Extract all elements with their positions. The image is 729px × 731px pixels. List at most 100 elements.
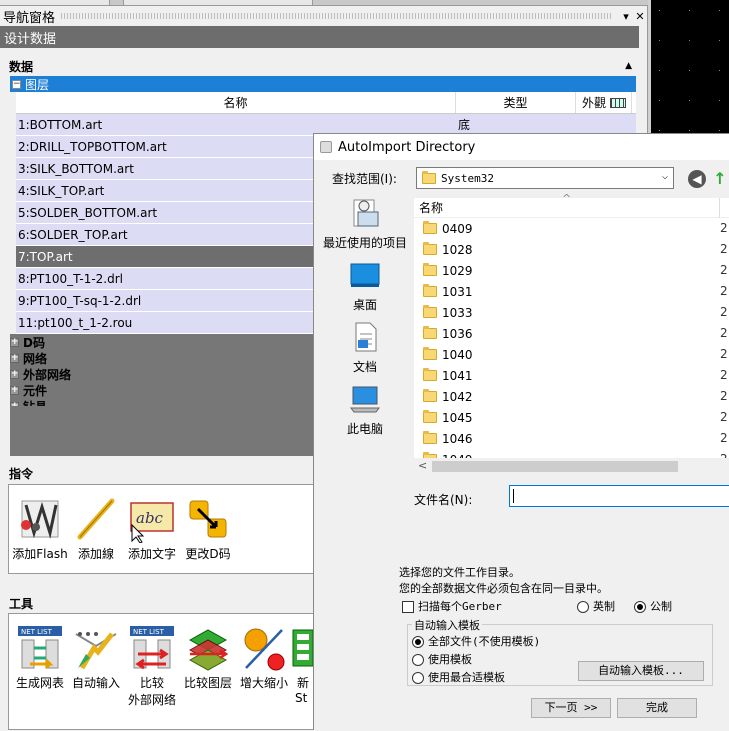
horizontal-scrollbar[interactable]: < xyxy=(414,458,729,474)
folder-row[interactable]: 1045 2 xyxy=(414,407,729,428)
template-option-best[interactable]: 使用最合适模板 xyxy=(412,669,505,685)
add-flash-icon xyxy=(16,495,64,543)
group-label: D码 xyxy=(23,335,45,350)
compare-external-net-button[interactable]: NET LIST 比较 外部网络 xyxy=(123,624,181,708)
folder-row[interactable]: 1031 2 xyxy=(414,281,729,302)
folder-row[interactable]: 1033 2 xyxy=(414,302,729,323)
place-desktop[interactable]: 桌面 xyxy=(320,260,410,322)
folder-icon xyxy=(422,170,436,184)
date-modified-stub: 2 xyxy=(720,284,728,298)
place-documents-label: 文档 xyxy=(352,360,377,374)
expand-icon[interactable]: + xyxy=(10,369,19,379)
layers-node[interactable]: − 图层 xyxy=(10,76,636,92)
up-folder-icon[interactable]: ↑ xyxy=(711,170,729,188)
place-this-pc[interactable]: 此电脑 xyxy=(320,384,410,446)
imperial-radio[interactable]: 英制 xyxy=(577,598,615,614)
list-header-name[interactable]: 名称 ^ xyxy=(414,192,729,218)
layer-type: 底 xyxy=(458,118,471,132)
metric-radio[interactable]: 公制 xyxy=(634,598,672,614)
folder-row[interactable]: 1042 2 xyxy=(414,386,729,407)
radio-circle[interactable] xyxy=(577,601,589,613)
finish-button[interactable]: 完成 xyxy=(617,698,697,718)
app-icon xyxy=(320,141,332,153)
folder-icon xyxy=(423,347,437,360)
grow-shrink-icon xyxy=(240,624,288,672)
recent-items-icon xyxy=(350,198,380,228)
file-name-input[interactable] xyxy=(509,485,729,507)
netlist-icon: NET LIST xyxy=(16,624,64,672)
collapse-arrow-icon[interactable]: ▲ xyxy=(625,61,632,71)
add-flash-button[interactable]: 添加Flash xyxy=(11,495,69,562)
change-dcode-button[interactable]: 更改D码 xyxy=(179,495,237,562)
data-section-header[interactable]: 数据 ▲ xyxy=(6,56,636,76)
date-modified-stub: 2 xyxy=(720,326,728,340)
dialog-titlebar[interactable]: AutoImport Directory xyxy=(314,134,729,160)
tab-2[interactable] xyxy=(123,0,313,5)
col-visible[interactable]: 外觀 xyxy=(576,92,632,113)
commands-box: 添加Flash 添加線 abc 添加文字 更改D码 xyxy=(8,484,318,574)
auto-input-label: 自动输入 xyxy=(71,676,120,690)
look-in-combo[interactable]: System32 ⌵ xyxy=(416,167,674,189)
pin-icon[interactable]: ▾ xyxy=(619,10,633,23)
commands-label: 指令 xyxy=(9,467,34,481)
place-documents[interactable]: 文档 xyxy=(320,322,410,384)
group-label: 网络 xyxy=(23,351,48,366)
folder-row[interactable]: 1029 2 xyxy=(414,260,729,281)
autoimport-dialog: AutoImport Directory 查找范围(I): System32 ⌵… xyxy=(313,133,729,731)
compare-layers-button[interactable]: 比较图层 xyxy=(179,624,237,691)
folder-name: 1040 xyxy=(442,347,473,362)
scan-gerber-checkbox[interactable]: 扫描每个Gerber xyxy=(402,598,502,614)
tab-1[interactable] xyxy=(0,0,110,5)
sort-arrow-icon: ^ xyxy=(562,192,572,205)
computer-icon xyxy=(350,384,380,414)
autoimport-template-button[interactable]: 自动输入模板... xyxy=(578,661,704,681)
folder-row[interactable]: 1046 2 xyxy=(414,428,729,449)
col-type[interactable]: 类型 xyxy=(456,92,576,113)
expand-icon[interactable]: + xyxy=(10,337,19,347)
folder-icon xyxy=(423,389,437,402)
folder-icon xyxy=(423,263,437,276)
next-button[interactable]: 下一页 >> xyxy=(531,698,611,718)
add-line-button[interactable]: 添加線 xyxy=(67,495,125,562)
folder-name: 1042 xyxy=(442,389,473,404)
ruler-icon xyxy=(610,97,627,108)
layer-column-header: 名称 类型 外觀 xyxy=(16,92,636,114)
svg-text:NET LIST: NET LIST xyxy=(21,628,53,636)
template-option-all[interactable]: 全部文件(不使用模板) xyxy=(412,633,540,649)
expand-icon[interactable]: + xyxy=(10,353,19,363)
auto-input-button[interactable]: 自动输入 xyxy=(67,624,125,691)
tools-label: 工具 xyxy=(9,597,34,611)
radio-circle-selected[interactable] xyxy=(634,601,646,613)
expand-icon[interactable]: + xyxy=(10,385,19,395)
folder-icon xyxy=(423,242,437,255)
template-option-use[interactable]: 使用模板 xyxy=(412,651,472,667)
place-recent[interactable]: 最近使用的项目 xyxy=(320,198,410,260)
folder-row[interactable]: 1036 2 xyxy=(414,323,729,344)
scroll-left-icon[interactable]: < xyxy=(418,458,427,474)
scroll-thumb[interactable] xyxy=(432,461,678,472)
folder-row[interactable]: 1028 2 xyxy=(414,239,729,260)
folder-list[interactable]: 名称 ^ 0409 2 1028 2 1029 2 1031 2 1033 2 1036 2 1040 2… xyxy=(414,192,729,474)
folder-icon xyxy=(423,284,437,297)
date-modified-stub: 2 xyxy=(720,242,728,256)
add-text-label: 添加文字 xyxy=(127,547,176,561)
folder-row[interactable]: 1041 2 xyxy=(414,365,729,386)
info-line-2: 您的全部数据文件必须包含在同一目录中。 xyxy=(399,582,608,595)
collapse-layers-icon[interactable]: − xyxy=(12,79,21,89)
add-line-icon xyxy=(72,495,120,543)
grow-shrink-button[interactable]: 增大缩小 xyxy=(235,624,293,691)
chevron-down-icon[interactable]: ⌵ xyxy=(662,171,668,182)
group-label: 元件 xyxy=(23,383,48,398)
date-modified-stub: 2 xyxy=(720,431,728,445)
close-icon[interactable]: ✕ xyxy=(633,10,647,23)
back-icon[interactable]: ◀ xyxy=(688,170,706,188)
generate-netlist-button[interactable]: NET LIST 生成网表 xyxy=(11,624,69,691)
add-text-button[interactable]: abc 添加文字 xyxy=(123,495,181,562)
tools-box: NET LIST 生成网表 自动输入 NET LIST 比较 外部网络 比较图层 xyxy=(8,613,318,730)
col-name[interactable]: 名称 xyxy=(16,92,456,113)
folder-row[interactable]: 1040 2 xyxy=(414,344,729,365)
checkbox-box[interactable] xyxy=(402,601,414,613)
folder-row[interactable]: 0409 2 xyxy=(414,218,729,239)
file-name-label: 文件名(N): xyxy=(414,493,473,507)
svg-text:abc: abc xyxy=(136,509,164,527)
